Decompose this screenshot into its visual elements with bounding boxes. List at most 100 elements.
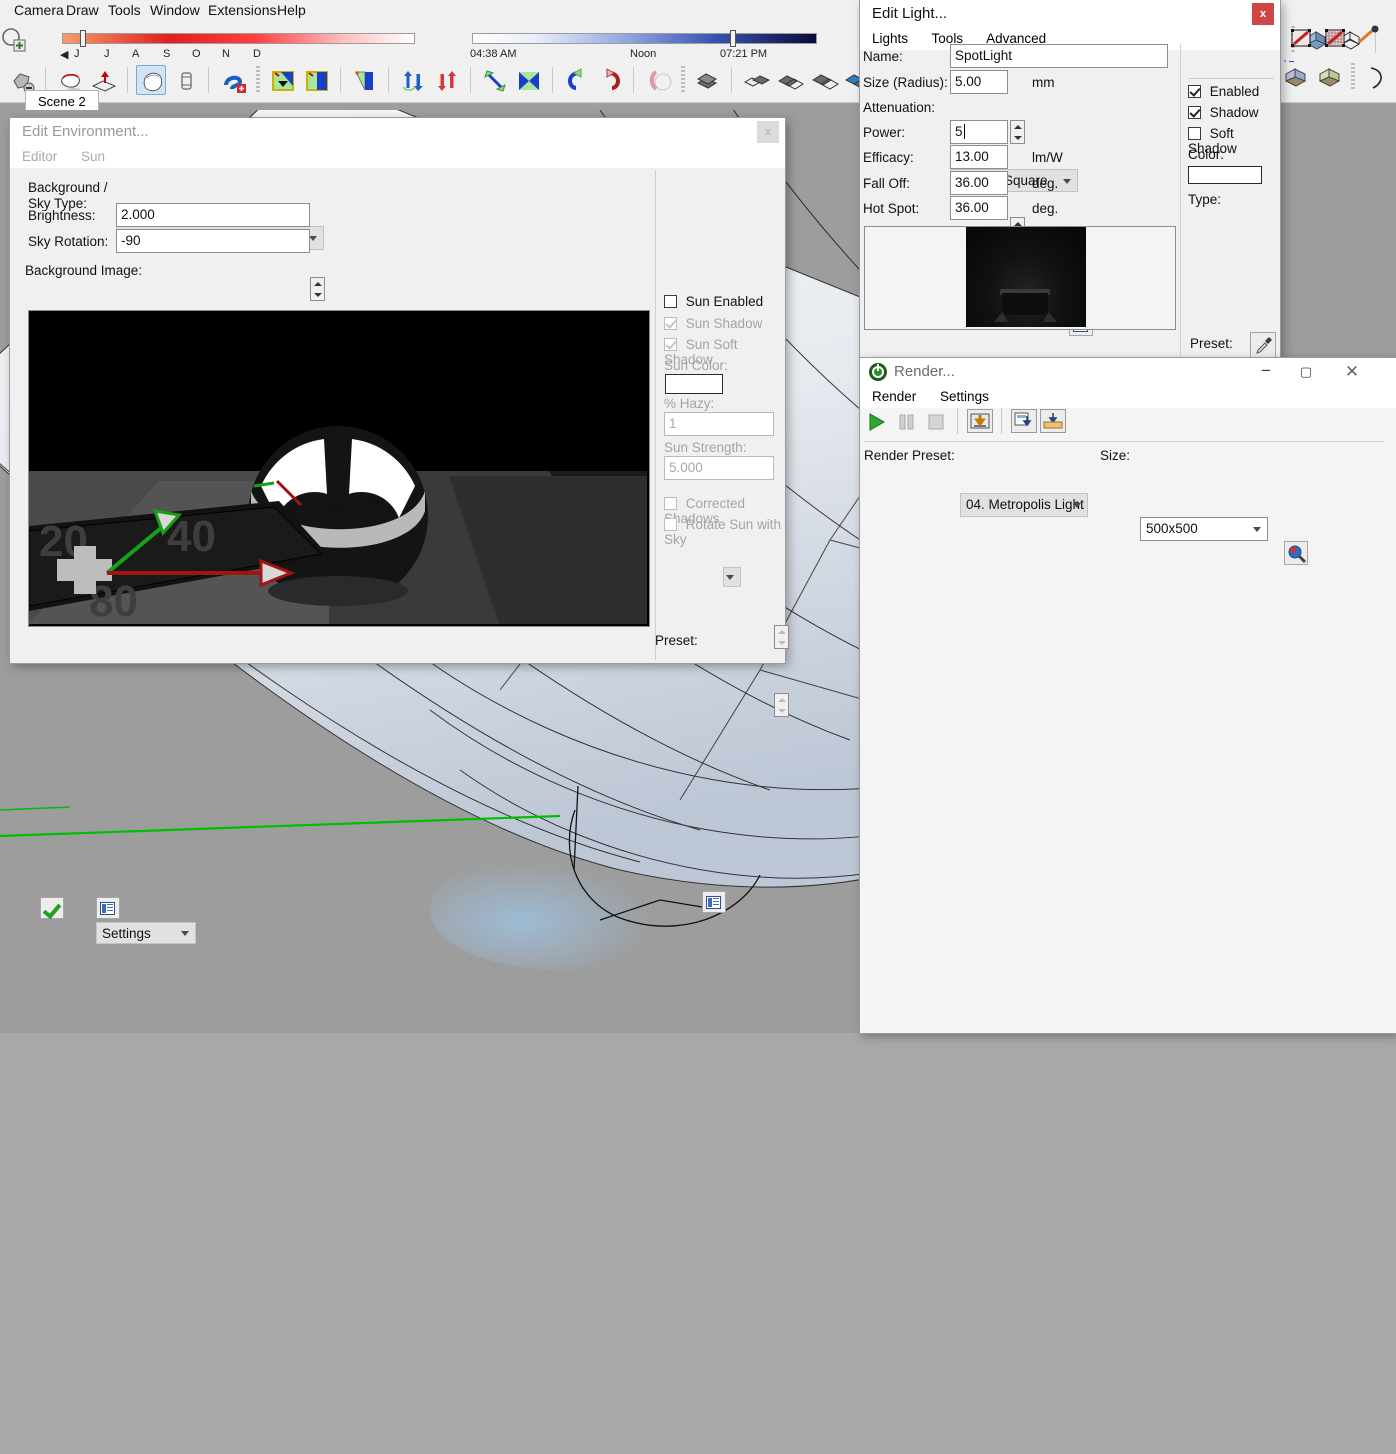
menu-tools[interactable]: Tools — [108, 0, 141, 20]
light-preview-image — [864, 226, 1176, 330]
sun-enabled-checkbox[interactable] — [664, 295, 677, 308]
sun-strength-input[interactable]: 5.000 — [664, 456, 774, 480]
scene-tab-scene-2[interactable]: Scene 2 — [25, 90, 99, 112]
render-app-icon — [868, 362, 888, 382]
sky-rotation-input[interactable]: -90 — [116, 229, 310, 253]
svg-text:60: 60 — [369, 494, 385, 510]
sun-shadow-checkbox[interactable] — [664, 317, 677, 330]
hazy-spinner[interactable] — [774, 625, 789, 649]
rotate-sun-with-sky-row[interactable]: Rotate Sun with Sky — [664, 517, 785, 547]
environment-preview-image: 80 40 60 20 40 80 — [28, 310, 650, 627]
light-falloff-input[interactable]: 36.00 — [950, 171, 1008, 195]
background-image-label: Background Image: — [25, 263, 143, 278]
menu-window[interactable]: Window — [150, 0, 200, 20]
render-close-button[interactable]: ✕ — [1334, 358, 1370, 386]
light-color-swatch[interactable] — [1188, 166, 1262, 184]
env-settings-combo[interactable]: Settings — [96, 922, 196, 944]
light-hotspot-input[interactable]: 36.00 — [950, 196, 1008, 220]
solid-tools-union-icon[interactable] — [1280, 62, 1310, 92]
sun-soft-shadow-checkbox[interactable] — [664, 338, 677, 351]
zoom-in-button[interactable]: Fit Update Content: All Scene: Current V… — [1284, 541, 1308, 565]
arc-tool-icon[interactable] — [1363, 62, 1393, 92]
edit-environment-close-button[interactable]: x — [757, 121, 779, 143]
env-preset-label: Preset: — [655, 633, 698, 648]
light-enabled-checkbox[interactable] — [1188, 85, 1201, 98]
render-maximize-button[interactable]: ▢ — [1288, 358, 1324, 386]
brightness-label: Brightness: — [28, 208, 96, 223]
light-menu-lights[interactable]: Lights — [872, 31, 908, 46]
render-pause-button[interactable] — [893, 409, 919, 433]
sun-strength-spinner[interactable] — [774, 693, 789, 717]
light-size-label: Size (Radius): — [863, 75, 948, 90]
light-preset-label: Preset: — [1190, 336, 1233, 351]
light-name-label: Name: — [863, 49, 903, 64]
light-power-input[interactable]: 5 — [950, 120, 1008, 144]
smoove-icon[interactable] — [1285, 22, 1315, 52]
solid-tools-intersect-icon[interactable] — [1314, 62, 1344, 92]
archive-button[interactable] — [1040, 409, 1067, 433]
light-name-input[interactable]: SpotLight — [950, 44, 1168, 68]
eyedropper-button[interactable] — [1250, 332, 1276, 358]
render-window[interactable]: Render... − ▢ ✕ Render Settings Render P… — [860, 358, 1396, 1033]
shadow-time-slider[interactable] — [472, 30, 817, 47]
brightness-input[interactable]: 2.000 — [116, 203, 310, 227]
light-type-label: Type: — [1188, 192, 1222, 207]
light-enabled-row[interactable]: Enabled — [1188, 84, 1259, 99]
sun-strength-label: Sun Strength: — [664, 440, 747, 455]
render-menu-settings[interactable]: Settings — [940, 389, 989, 404]
light-efficacy-input[interactable]: 13.00 — [950, 145, 1008, 169]
env-settings-list-icon[interactable] — [95, 897, 120, 919]
env-preset-button[interactable] — [702, 891, 726, 913]
edit-light-window[interactable]: Edit Light... x Lights Tools Advanced Na… — [860, 0, 1280, 714]
menu-help[interactable]: Help — [277, 0, 306, 20]
light-size-input[interactable]: 5.00 — [950, 70, 1008, 94]
sun-enabled-row[interactable]: Sun Enabled — [664, 294, 763, 309]
light-size-unit: mm — [1032, 75, 1055, 90]
light-size-spinner[interactable] — [1010, 120, 1025, 144]
corrected-shadows-checkbox[interactable] — [664, 497, 677, 510]
render-minimize-button[interactable]: − — [1248, 358, 1284, 384]
rotate-sun-checkbox[interactable] — [664, 518, 677, 531]
render-menubar: Render Settings — [860, 386, 1396, 408]
shadow-toggle-icon[interactable] — [0, 25, 26, 55]
menu-draw[interactable]: Draw — [66, 0, 99, 20]
render-start-button[interactable] — [863, 409, 889, 433]
hazy-label: % Hazy: — [664, 396, 715, 411]
svg-text:40: 40 — [329, 498, 345, 514]
brightness-spinner[interactable] — [310, 277, 325, 301]
sun-color-swatch[interactable] — [665, 374, 723, 394]
light-hotspot-label: Hot Spot: — [863, 201, 920, 216]
edit-environment-menubar: Editor Sun — [10, 146, 785, 168]
render-menu-render[interactable]: Render — [872, 389, 916, 404]
menu-extensions[interactable]: Extensions — [208, 0, 276, 20]
env-apply-button[interactable] — [40, 897, 64, 919]
export-image-button[interactable] — [1010, 409, 1037, 433]
render-preset-combo[interactable]: 04. Metropolis Light — [960, 493, 1088, 517]
render-size-combo[interactable]: 500x500 — [1140, 517, 1268, 541]
edit-environment-window[interactable]: Edit Environment... x Editor Sun Backgro… — [10, 118, 789, 944]
edit-environment-titlebar: Edit Environment... x — [10, 118, 785, 146]
save-image-button[interactable] — [966, 409, 993, 433]
light-soft-shadow-checkbox[interactable] — [1188, 127, 1201, 140]
light-shadow-checkbox[interactable] — [1188, 106, 1201, 119]
svg-text:80: 80 — [89, 577, 138, 624]
light-shadow-row[interactable]: Shadow — [1188, 105, 1259, 120]
light-falloff-label: Fall Off: — [863, 176, 911, 191]
from-contours-icon[interactable] — [1319, 22, 1349, 52]
drape-icon[interactable] — [1352, 22, 1382, 52]
env-menu-sun[interactable]: Sun — [81, 149, 105, 164]
render-stop-button[interactable] — [922, 409, 948, 433]
edit-light-close-button[interactable]: x — [1252, 3, 1274, 25]
menu-camera[interactable]: Camera — [14, 0, 64, 20]
sun-color-dropdown[interactable] — [723, 567, 741, 587]
light-attenuation-label: Attenuation: — [863, 100, 936, 115]
sun-color-label: Sun Color: — [664, 358, 728, 373]
hazy-input[interactable]: 1 — [664, 412, 774, 436]
light-falloff-unit: deg. — [1032, 176, 1059, 191]
env-menu-editor[interactable]: Editor — [22, 149, 57, 164]
render-preset-label: Render Preset: — [864, 448, 955, 463]
light-color-label: Color: — [1188, 147, 1225, 162]
render-size-label: Size: — [1100, 448, 1131, 463]
sun-shadow-row[interactable]: Sun Shadow — [664, 316, 762, 331]
shadow-date-slider[interactable] — [62, 30, 415, 47]
